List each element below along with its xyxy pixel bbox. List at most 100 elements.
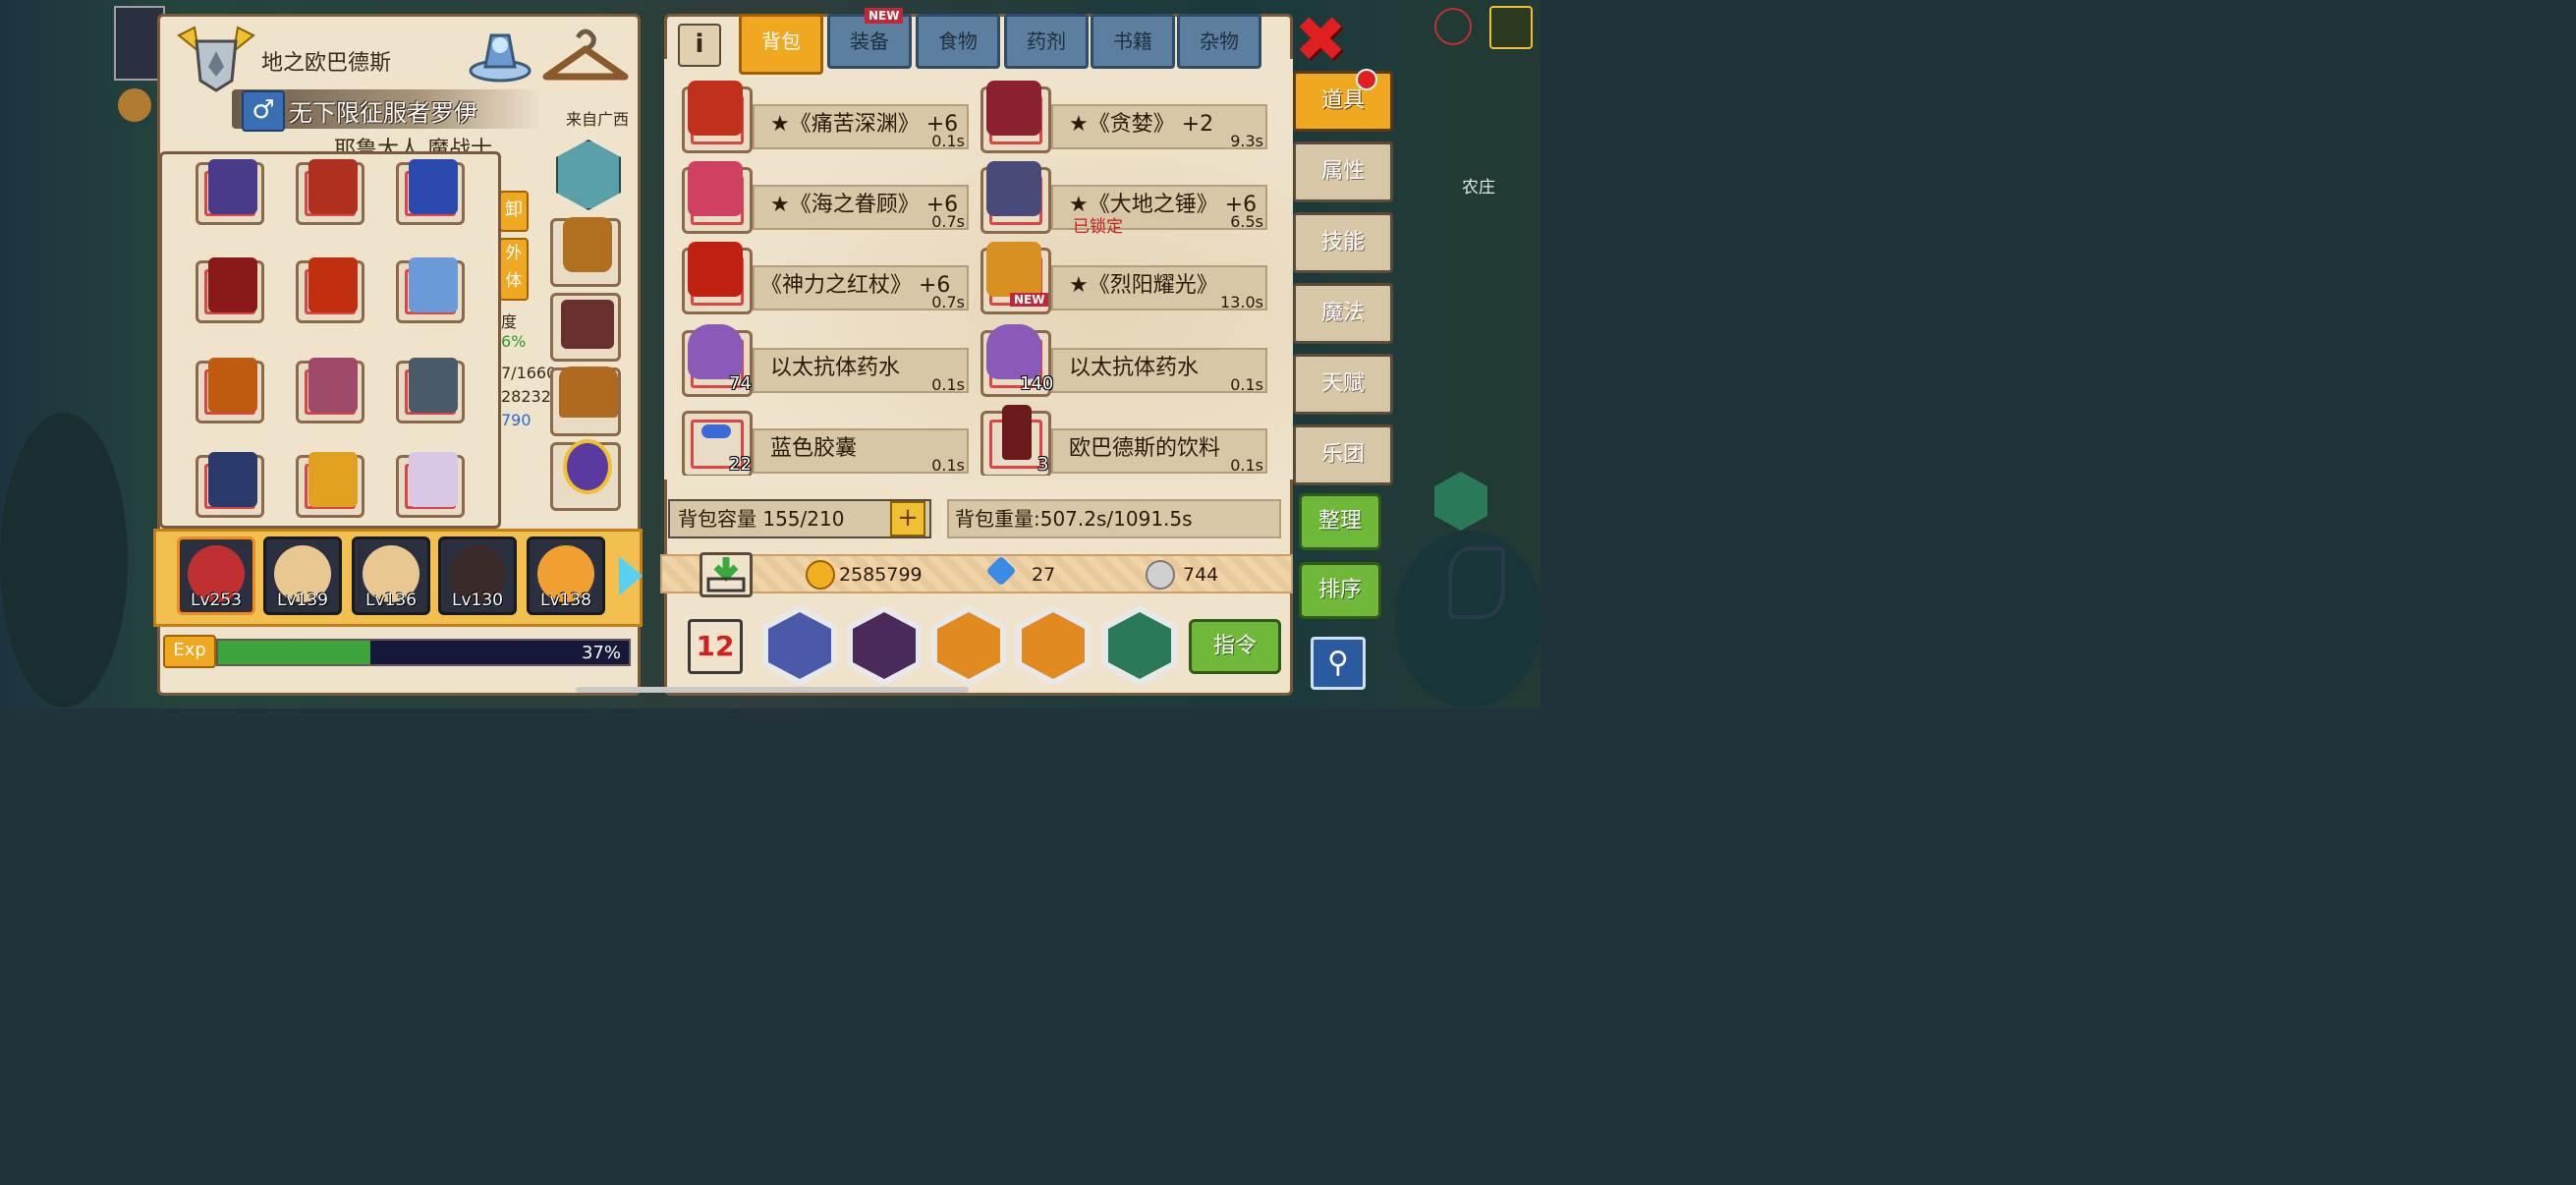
skill-button-3[interactable] [931, 605, 1006, 686]
skill-button-4[interactable] [1016, 605, 1091, 686]
character-title: 地之欧巴德斯 [261, 51, 392, 76]
hero-card[interactable]: Lv136 [352, 536, 430, 615]
tab-misc[interactable]: 杂物 [1177, 14, 1261, 69]
skill-button-1[interactable] [762, 605, 837, 686]
silver-coin-icon [1146, 560, 1175, 590]
inventory-item[interactable]: 《神力之红杖》 +6 0.7s [682, 242, 973, 314]
equip-slot[interactable] [296, 257, 364, 323]
inventory-item[interactable]: ★《大地之锤》 +6 已锁定 6.5s [980, 161, 1271, 237]
item-weight: 0.1s [931, 456, 965, 475]
eye-shield-icon [688, 81, 743, 136]
bracelet-icon [409, 452, 458, 507]
equip-slot[interactable] [296, 159, 364, 225]
equip-slot-gauntlet[interactable] [550, 217, 621, 287]
equip-slot[interactable] [296, 358, 364, 423]
sword-icon [688, 161, 743, 216]
equip-slot[interactable] [196, 452, 264, 518]
equip-slot[interactable] [296, 452, 364, 518]
item-weight: 0.1s [1230, 375, 1263, 394]
command-button[interactable]: 指令 [1189, 619, 1281, 674]
tab-books[interactable]: 书籍 [1091, 14, 1175, 69]
search-icon[interactable]: ⚲ [1311, 637, 1366, 690]
hero-level: Lv253 [191, 591, 242, 610]
info-icon[interactable]: i [678, 24, 721, 67]
equip-slot[interactable] [196, 358, 264, 423]
hero-card[interactable]: Lv253 [177, 536, 255, 615]
skill-button-5[interactable] [1102, 605, 1177, 686]
download-icon[interactable] [700, 552, 753, 597]
inventory-item[interactable]: ★《贪婪》 +2 9.3s [980, 81, 1271, 153]
equipment-grid [159, 151, 501, 529]
equip-slot-boots[interactable] [550, 367, 621, 436]
inventory-item[interactable]: 3 欧巴德斯的饮料 0.1s [980, 405, 1271, 476]
gender-male-icon: ♂ [242, 90, 285, 132]
red-staff-icon [688, 242, 743, 297]
stat-percent: 6% [501, 332, 527, 351]
hammer-icon [986, 161, 1041, 216]
beast-armor-icon [409, 358, 458, 413]
new-tag: NEW [1010, 293, 1049, 307]
tab-food[interactable]: 食物 [916, 14, 1000, 69]
equip-slot[interactable] [396, 257, 465, 323]
equip-slot-ring[interactable] [550, 439, 621, 511]
equip-slot-belt[interactable] [550, 293, 621, 362]
side-tab-attributes[interactable]: 属性 [1293, 141, 1393, 202]
diamond-amount: 27 [1032, 564, 1056, 586]
buff-icon[interactable] [118, 88, 151, 122]
skill-button-2[interactable] [847, 605, 922, 686]
item-name: ★《贪婪》 +2 [1069, 112, 1214, 137]
hanger-icon[interactable] [540, 24, 631, 85]
inventory-item[interactable]: 140 以太抗体药水 0.1s [980, 324, 1271, 397]
inventory-item[interactable]: 74 以太抗体药水 0.1s [682, 324, 973, 397]
globe-icon[interactable] [1434, 8, 1472, 45]
home-indicator[interactable] [576, 687, 969, 693]
inventory-item[interactable]: ★《海之眷顾》 +6 0.7s [682, 161, 973, 234]
crystal-orb-icon[interactable] [468, 24, 532, 83]
side-tab-talent[interactable]: 天赋 [1293, 354, 1393, 415]
hero-card[interactable]: Lv130 [438, 536, 517, 615]
fullscreen-icon[interactable] [1489, 6, 1533, 49]
expand-capacity-button[interactable]: + [890, 501, 925, 536]
exp-label: Exp [163, 635, 216, 668]
side-tab-skills[interactable]: 技能 [1293, 212, 1393, 273]
stat-value-c: 790 [501, 411, 532, 429]
bow-icon[interactable] [1448, 546, 1505, 619]
tab-backpack[interactable]: 背包 [739, 14, 823, 75]
tab-potion[interactable]: 药剂 [1004, 14, 1089, 69]
equip-slot[interactable] [396, 452, 465, 518]
hero-level: Lv130 [452, 591, 503, 610]
dagger-icon [308, 358, 358, 413]
inventory-item[interactable]: NEW ★《烈阳耀光》 13.0s [980, 242, 1271, 314]
inventory-item[interactable]: ★《痛苦深渊》 +6 0.1s [682, 81, 973, 153]
organize-button[interactable]: 整理 [1299, 493, 1381, 550]
axe-icon [986, 81, 1041, 136]
staff-icon [308, 452, 358, 507]
item-name: ★《海之眷顾》 +6 [770, 193, 959, 217]
item-weight: 0.7s [931, 293, 965, 311]
gold-coin-icon [806, 560, 835, 590]
item-weight: 9.3s [1230, 132, 1263, 150]
close-icon[interactable]: ✖ [1293, 9, 1348, 72]
equip-slot[interactable] [396, 159, 465, 225]
equip-slot[interactable] [396, 358, 465, 423]
appearance-button[interactable]: 外体 [499, 238, 529, 301]
side-tab-band[interactable]: 乐团 [1293, 424, 1393, 485]
hero-card[interactable]: Lv139 [263, 536, 342, 615]
sort-button[interactable]: 排序 [1299, 562, 1381, 619]
stat-value-a: 7/1660 [501, 364, 557, 382]
unequip-button[interactable]: 卸 [499, 191, 529, 232]
ring-icon [563, 439, 612, 494]
robe-icon [308, 257, 358, 312]
equip-slot[interactable] [196, 257, 264, 323]
equip-slot[interactable] [196, 159, 264, 225]
hero-card[interactable]: Lv138 [527, 536, 605, 615]
side-tab-magic[interactable]: 魔法 [1293, 283, 1393, 344]
inventory-item[interactable]: 22 蓝色胶囊 0.1s [682, 405, 973, 476]
item-weight: 6.5s [1230, 212, 1263, 231]
item-weight: 0.1s [1230, 456, 1263, 475]
next-hero-arrow-icon[interactable] [619, 556, 643, 595]
shoulder-icon [409, 159, 458, 214]
side-tab-items[interactable]: 道具 [1293, 71, 1393, 132]
item-name: 欧巴德斯的饮料 [1069, 436, 1221, 461]
switch-1-2-button[interactable]: 12 [688, 619, 743, 674]
